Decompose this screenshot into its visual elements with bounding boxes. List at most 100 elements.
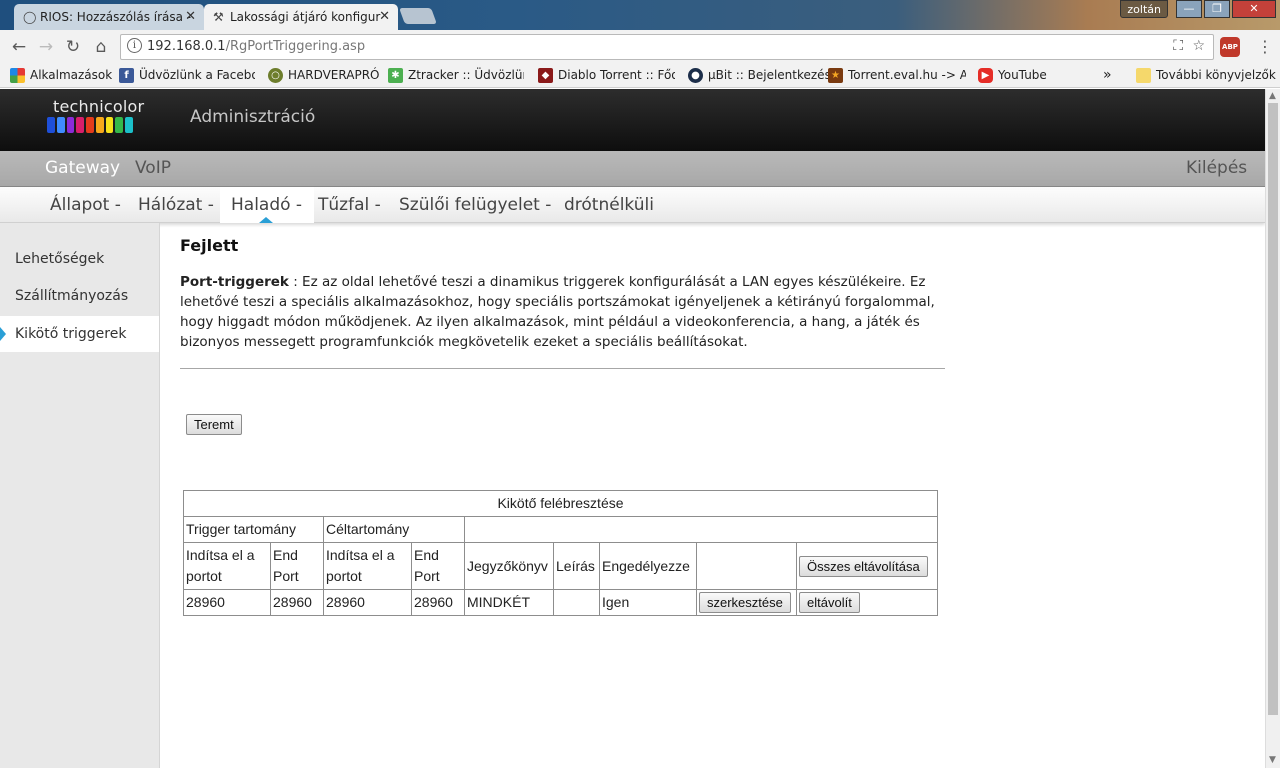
url-path: /RgPortTriggering.asp [225, 39, 366, 54]
bookmark-label: Diablo Torrent :: Főol [558, 68, 675, 82]
primary-nav: Gateway VoIP Kilépés [0, 151, 1265, 187]
address-bar[interactable]: i 192.168.0.1/RgPortTriggering.asp ⛶ ☆ [120, 34, 1214, 60]
col-target-end: End Port [411, 542, 465, 590]
page-header: technicolor Adminisztráció [0, 89, 1265, 151]
back-icon[interactable]: ← [8, 36, 30, 58]
logout-link[interactable]: Kilépés [1186, 158, 1247, 178]
other-bookmarks-folder[interactable]: További könyvjelzők [1136, 64, 1276, 88]
cell-target-start: 28960 [323, 589, 412, 616]
youtube-icon: ▶ [978, 68, 993, 83]
page-header-title: Adminisztráció [190, 107, 316, 127]
divider [180, 368, 945, 369]
col-trigger-end: End Port [270, 542, 324, 590]
bookmark-label: µBit :: Bejelentkezés [708, 68, 831, 82]
address-url[interactable]: 192.168.0.1/RgPortTriggering.asp [147, 35, 365, 59]
tab-title: Lakossági átjáró konfigur [230, 10, 381, 24]
cell-protocol: MINDKÉT [464, 589, 554, 616]
col-description: Leírás [553, 542, 600, 590]
browser-tab-gateway[interactable]: ⚒ Lakossági átjáró konfigur ✕ [204, 4, 398, 30]
port-trigger-table: Kikötő felébresztése Trigger tartomány C… [183, 490, 938, 616]
col-trigger-start: Indítsa el a portot [183, 542, 271, 590]
page-title: Fejlett [180, 236, 239, 255]
scroll-down-icon[interactable]: ▼ [1269, 755, 1276, 765]
scroll-up-icon[interactable]: ▲ [1269, 91, 1276, 101]
bookmark-youtube[interactable]: ▶ YouTube [978, 64, 1047, 88]
diablo-icon: ◆ [538, 68, 553, 83]
close-icon[interactable]: ✕ [185, 4, 196, 30]
bookmark-diablo[interactable]: ◆ Diablo Torrent :: Főol [538, 64, 675, 88]
tab-halado[interactable]: Haladó - [231, 195, 302, 215]
table-row: 28960 28960 28960 28960 MINDKÉT Igen sze… [183, 589, 938, 616]
browser-titlebar: ◯ RIOS: Hozzászólás írása - ✕ ⚒ Lakosság… [0, 0, 1280, 30]
tab-halozat[interactable]: Hálózat - [138, 195, 214, 215]
sidebar-item-kikoto-triggerek[interactable]: Kikötő triggerek [0, 316, 159, 352]
close-icon[interactable]: ✕ [379, 4, 390, 30]
bookmark-apps[interactable]: Alkalmazások [10, 64, 112, 88]
bookmark-label: Üdvözlünk a Facebo [139, 68, 255, 82]
cell-enabled: Igen [599, 589, 697, 616]
close-window-button[interactable]: ✕ [1232, 0, 1276, 18]
maximize-button[interactable]: ❐ [1204, 0, 1230, 18]
bookmark-ubit[interactable]: ● µBit :: Bejelentkezés [688, 64, 831, 88]
scrollbar-thumb[interactable] [1268, 103, 1278, 715]
tab-tuzfal[interactable]: Tűzfal - [318, 195, 381, 215]
sidebar-item-lehetosegek[interactable]: Lehetőségek [0, 241, 159, 277]
window-controls: zoltán — ❐ ✕ [1120, 0, 1276, 18]
home-icon[interactable]: ⌂ [90, 36, 112, 58]
cell-target-end: 28960 [411, 589, 465, 616]
sidebar-item-label: Kikötő triggerek [15, 326, 127, 342]
tab-drotnelkuli[interactable]: drótnélküli [564, 195, 654, 215]
cell-description [553, 589, 600, 616]
table-title-row: Kikötő felébresztése [183, 490, 938, 517]
remove-all-button[interactable]: Összes eltávolítása [799, 555, 928, 577]
create-button[interactable]: Teremt [186, 414, 242, 435]
tools-icon: ⚒ [213, 10, 224, 24]
adblock-icon[interactable]: ABP [1220, 37, 1240, 57]
info-icon[interactable]: i [127, 38, 142, 53]
group-trigger-range: Trigger tartomány [183, 516, 324, 543]
cell-remove: eltávolít [796, 589, 938, 616]
bookmark-label: Ztracker :: Üdvözlünk [408, 68, 524, 82]
bookmark-label: HARDVERAPRÓ [288, 68, 380, 82]
reload-icon[interactable]: ↻ [62, 36, 84, 58]
secondary-nav: Állapot - Hálózat - Haladó - Tűzfal - Sz… [0, 187, 1265, 223]
table-title: Kikötő felébresztése [183, 490, 938, 517]
new-tab-button[interactable] [399, 8, 437, 24]
bookmark-hardverapro[interactable]: ○ HARDVERAPRÓ [268, 64, 379, 88]
bookmark-torrent-eval[interactable]: ★ Torrent.eval.hu -> A t [828, 64, 966, 88]
col-protocol: Jegyzőkönyv [464, 542, 554, 590]
description-separator: : [288, 274, 303, 290]
translate-icon[interactable]: ⛶ [1173, 38, 1183, 54]
cell-trigger-start: 28960 [183, 589, 271, 616]
bookmark-label: További könyvjelzők [1156, 68, 1276, 82]
bookmark-ztracker[interactable]: ✱ Ztracker :: Üdvözlünk [388, 64, 524, 88]
hardverapro-icon: ○ [268, 68, 283, 83]
tab-szuloi-felugyelet[interactable]: Szülői felügyelet - [399, 195, 551, 215]
edit-button[interactable]: szerkesztése [699, 592, 791, 613]
brand-logo-text: technicolor [53, 97, 145, 116]
minimize-button[interactable]: — [1176, 0, 1202, 18]
tab-allapot[interactable]: Állapot - [50, 195, 121, 215]
col-enable: Engedélyezze [599, 542, 697, 590]
bookmark-star-icon[interactable]: ☆ [1192, 38, 1205, 54]
apps-grid-icon [10, 68, 25, 83]
nav-voip[interactable]: VoIP [135, 158, 171, 178]
more-bookmarks-button[interactable]: » [1103, 64, 1112, 88]
table-header-row: Indítsa el a portot End Port Indítsa el … [183, 542, 938, 590]
page-scrollbar[interactable]: ▲ ▼ [1265, 89, 1280, 768]
nav-gateway[interactable]: Gateway [45, 158, 120, 178]
description-label: Port-triggerek [180, 274, 289, 290]
browser-toolbar: ← → ↻ ⌂ i 192.168.0.1/RgPortTriggering.a… [0, 30, 1280, 64]
browser-tab-rios[interactable]: ◯ RIOS: Hozzászólás írása - ✕ [14, 4, 204, 30]
table-group-row: Trigger tartomány Céltartomány [183, 516, 938, 543]
remove-button[interactable]: eltávolít [799, 592, 860, 613]
bookmark-label: Alkalmazások [30, 68, 113, 82]
sidebar-item-szallitmanyozas[interactable]: Szállítmányozás [0, 278, 159, 314]
forward-icon[interactable]: → [35, 36, 57, 58]
bookmark-facebook[interactable]: f Üdvözlünk a Facebo [119, 64, 255, 88]
profile-button[interactable]: zoltán [1120, 0, 1168, 18]
sidebar: Lehetőségek Szállítmányozás Kikötő trigg… [0, 223, 160, 768]
menu-icon[interactable]: ⋮ [1257, 37, 1273, 56]
star-icon: ★ [828, 68, 843, 83]
main-content: Fejlett Port-triggerek : Ez az oldal leh… [180, 236, 950, 435]
